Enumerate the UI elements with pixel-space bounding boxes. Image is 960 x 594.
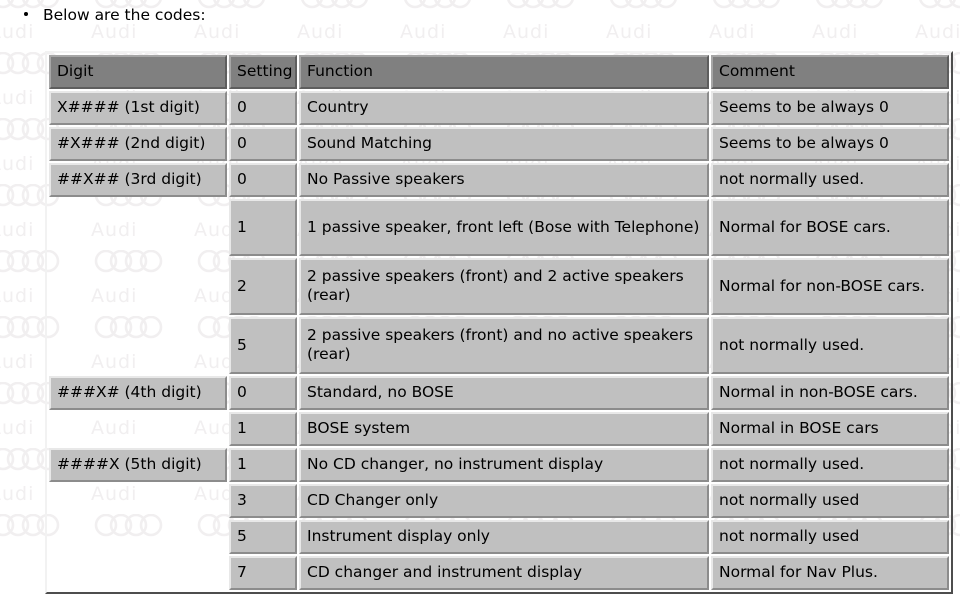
cell-setting: 5 <box>229 520 297 554</box>
intro-bullet-line: Below are the codes: <box>24 4 206 25</box>
cell-function: 2 passive speakers (front) and 2 active … <box>299 258 709 315</box>
table-row: #X### (2nd digit) 0 Sound Matching Seems to… <box>49 127 949 161</box>
cell-setting: 7 <box>229 556 297 590</box>
cell-digit <box>49 556 227 590</box>
table-row: X#### (1st digit) 0 Country Seems to be alw… <box>49 91 949 125</box>
cell-comment: not normally used. <box>711 163 949 197</box>
cell-comment: Normal in BOSE cars <box>711 412 949 446</box>
cell-setting: 1 <box>229 412 297 446</box>
cell-function: Instrument display only <box>299 520 709 554</box>
table-row: 7 CD changer and instrument display Normal… <box>49 556 949 590</box>
cell-comment: Normal for non-BOSE cars. <box>711 258 949 315</box>
cell-comment: Normal for Nav Plus. <box>711 556 949 590</box>
cell-function: CD changer and instrument display <box>299 556 709 590</box>
cell-digit <box>49 484 227 518</box>
cell-setting: 2 <box>229 258 297 315</box>
cell-function: No Passive speakers <box>299 163 709 197</box>
column-header-function: Function <box>299 55 709 89</box>
cell-digit <box>49 199 227 256</box>
codes-table-header: Digit Setting Function Comment <box>49 55 949 89</box>
table-row: ##X## (3rd digit) 0 No Passive speakers not… <box>49 163 949 197</box>
cell-digit <box>49 258 227 315</box>
cell-comment: not normally used. <box>711 317 949 374</box>
cell-digit: X#### (1st digit) <box>49 91 227 125</box>
cell-digit <box>49 412 227 446</box>
cell-function: CD Changer only <box>299 484 709 518</box>
cell-digit <box>49 520 227 554</box>
codes-table-container: Digit Setting Function Comment X#### (1s… <box>45 51 953 594</box>
cell-setting: 0 <box>229 163 297 197</box>
cell-function: No CD changer, no instrument display <box>299 448 709 482</box>
cell-function: 1 passive speaker, front left (Bose with… <box>299 199 709 256</box>
table-row: 52 passive speakers (front) and no activ… <box>49 317 949 374</box>
cell-setting: 0 <box>229 91 297 125</box>
cell-digit: ##X## (3rd digit) <box>49 163 227 197</box>
cell-digit: #X### (2nd digit) <box>49 127 227 161</box>
cell-setting: 0 <box>229 376 297 410</box>
cell-function: Standard, no BOSE <box>299 376 709 410</box>
codes-table-body: X#### (1st digit) 0 Country Seems to be alw… <box>49 91 949 590</box>
table-row: 11 passive speaker, front left (Bose wit… <box>49 199 949 256</box>
cell-setting: 3 <box>229 484 297 518</box>
column-header-setting: Setting <box>229 55 297 89</box>
cell-setting: 1 <box>229 199 297 256</box>
cell-comment: Seems to be always 0 <box>711 127 949 161</box>
cell-digit: ####X (5th digit) <box>49 448 227 482</box>
cell-comment: Seems to be always 0 <box>711 91 949 125</box>
cell-digit: ###X# (4th digit) <box>49 376 227 410</box>
cell-function: 2 passive speakers (front) and no active… <box>299 317 709 374</box>
column-header-comment: Comment <box>711 55 949 89</box>
cell-function: Country <box>299 91 709 125</box>
intro-text: Below are the codes: <box>43 5 206 24</box>
table-header-row: Digit Setting Function Comment <box>49 55 949 89</box>
cell-function: BOSE system <box>299 412 709 446</box>
cell-function: Sound Matching <box>299 127 709 161</box>
table-row: ####X (5th digit) 1 No CD changer, no inst… <box>49 448 949 482</box>
table-row: 22 passive speakers (front) and 2 active… <box>49 258 949 315</box>
cell-comment: Normal for BOSE cars. <box>711 199 949 256</box>
column-header-digit: Digit <box>49 55 227 89</box>
cell-setting: 1 <box>229 448 297 482</box>
cell-digit <box>49 317 227 374</box>
cell-comment: not normally used. <box>711 448 949 482</box>
table-row: 5 Instrument display only not normally use… <box>49 520 949 554</box>
cell-setting: 5 <box>229 317 297 374</box>
bullet-point-icon <box>24 11 28 16</box>
cell-comment: not normally used <box>711 484 949 518</box>
cell-comment: Normal in non-BOSE cars. <box>711 376 949 410</box>
cell-comment: not normally used <box>711 520 949 554</box>
codes-table: Digit Setting Function Comment X#### (1s… <box>45 51 953 594</box>
table-row: 3 CD Changer only not normally used <box>49 484 949 518</box>
document-page: Below are the codes: Digit Setting Funct… <box>0 0 960 594</box>
table-row: 1 BOSE system Normal in BOSE cars <box>49 412 949 446</box>
table-row: ###X# (4th digit) 0 Standard, no BOSE Norma… <box>49 376 949 410</box>
cell-setting: 0 <box>229 127 297 161</box>
